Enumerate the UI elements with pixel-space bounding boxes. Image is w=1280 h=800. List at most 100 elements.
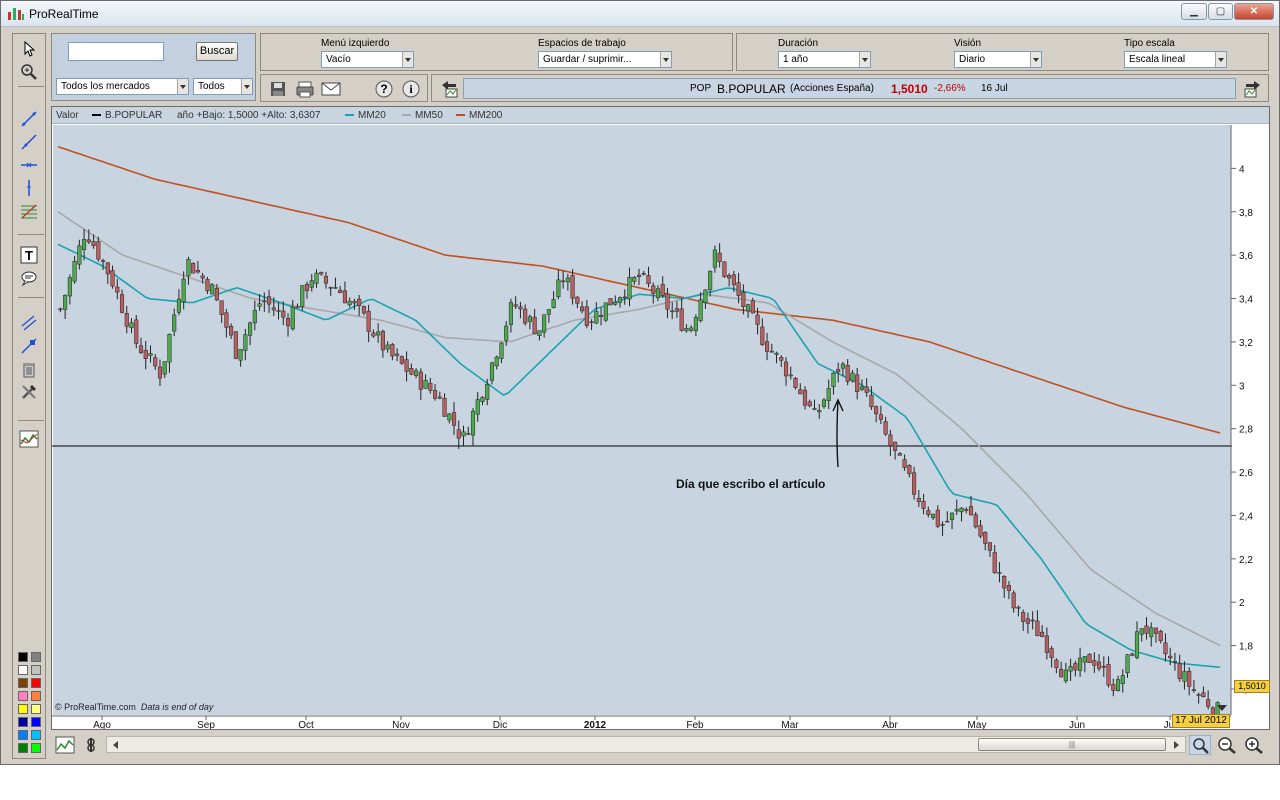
vertical-line-icon[interactable] [13, 177, 45, 199]
candle-down [561, 280, 566, 283]
fibonacci-icon[interactable] [13, 200, 45, 222]
chart-settings-panel: Duración 1 año Visión Diario Tipo escala… [736, 33, 1269, 71]
horizontal-scrollbar[interactable]: ||| [106, 736, 1186, 753]
candle-down [779, 357, 784, 361]
x-tick-label: Abr [882, 720, 898, 729]
trash-icon[interactable] [13, 358, 45, 380]
trendline-icon[interactable] [13, 108, 45, 130]
scale-select[interactable]: Escala lineal [1124, 51, 1227, 68]
duration-select[interactable]: 1 año [778, 51, 871, 68]
color-swatch[interactable] [18, 704, 28, 714]
candle-down [433, 389, 438, 399]
color-swatch[interactable] [31, 730, 41, 740]
candle-down [281, 310, 286, 318]
zoom-icon[interactable] [13, 61, 45, 83]
color-swatch[interactable] [31, 717, 41, 727]
minimize-button[interactable]: ▁ [1181, 3, 1207, 20]
candle-down [665, 293, 670, 310]
print-icon[interactable] [295, 80, 315, 98]
candle-down [200, 275, 205, 279]
price-chart[interactable]: Valor B.POPULAR año +Bajo: 1,5000 +Alto:… [51, 106, 1270, 730]
candle-down [679, 308, 684, 331]
candle-up [959, 507, 964, 513]
markets-select[interactable]: Todos los mercados [56, 78, 189, 95]
search-panel: Buscar Todos los mercados Todos [51, 33, 256, 101]
add-indicator-icon[interactable] [55, 736, 75, 754]
candle-up [698, 299, 703, 321]
candle-down [1130, 653, 1135, 656]
prev-instrument-icon[interactable] [438, 79, 460, 99]
color-swatch[interactable] [18, 652, 28, 662]
candle-up [176, 298, 181, 313]
candle-up [831, 372, 836, 387]
zoom-in-icon[interactable] [1243, 735, 1265, 755]
mail-icon[interactable] [321, 81, 341, 97]
search-button[interactable]: Buscar [196, 42, 238, 61]
color-swatch[interactable] [31, 704, 41, 714]
candle-up [703, 289, 708, 303]
ticker-price: 1,5010 [891, 82, 928, 96]
text-tool-icon[interactable]: T [13, 244, 45, 266]
maximize-button[interactable]: ▢ [1208, 3, 1233, 20]
indicator-chart-icon[interactable] [13, 428, 45, 450]
view-select[interactable]: Diario [954, 51, 1042, 68]
color-swatch[interactable] [18, 730, 28, 740]
candle-up [1068, 666, 1073, 672]
candle-up [1134, 631, 1140, 658]
tools-icon[interactable] [13, 381, 45, 403]
help-icon[interactable]: ? [374, 79, 394, 99]
scroll-right-icon[interactable] [1173, 740, 1181, 750]
channel-icon[interactable] [13, 312, 45, 334]
current-date-tag: 17 Jul 2012 [1172, 714, 1230, 728]
candle-down [1044, 635, 1049, 653]
copyright-text: © ProRealTime.com [55, 702, 136, 712]
clone-line-icon[interactable] [13, 335, 45, 357]
color-swatch[interactable] [31, 678, 41, 688]
candle-up [774, 352, 779, 355]
candle-up [290, 306, 295, 330]
scale-label: Tipo escala [1124, 38, 1175, 49]
candle-down [584, 306, 589, 326]
candle-down [589, 321, 594, 323]
candle-down [580, 306, 585, 312]
ticker-exchange: (Acciones España) [790, 83, 874, 94]
scope-select[interactable]: Todos [193, 78, 253, 95]
color-swatch[interactable] [31, 665, 41, 675]
candle-down [532, 316, 537, 335]
close-button[interactable]: ✕ [1234, 3, 1274, 20]
zoom-out-icon[interactable] [1216, 735, 1238, 755]
left-menu-select[interactable]: Vacío [321, 51, 414, 68]
color-swatch[interactable] [18, 743, 28, 753]
candle-down [660, 284, 665, 296]
candle-down [319, 272, 324, 275]
window-title: ProRealTime [29, 7, 99, 21]
candle-up [181, 278, 186, 303]
candle-down [907, 465, 912, 475]
color-swatch[interactable] [18, 717, 28, 727]
candle-down [750, 300, 755, 314]
ray-line-icon[interactable] [13, 131, 45, 153]
candle-up [347, 300, 352, 306]
color-swatch[interactable] [31, 743, 41, 753]
zoom-fit-icon[interactable] [1189, 735, 1211, 755]
workspace-select[interactable]: Guardar / suprimir... [538, 51, 672, 68]
pointer-icon[interactable] [13, 38, 45, 60]
color-swatch[interactable] [18, 665, 28, 675]
properties-icon[interactable] [83, 736, 99, 754]
info-icon[interactable]: i [401, 79, 421, 99]
comment-icon[interactable] [13, 267, 45, 289]
duration-value: 1 año [783, 54, 809, 65]
color-swatch[interactable] [18, 678, 28, 688]
scrollbar-thumb[interactable]: ||| [978, 738, 1166, 751]
duration-label: Duración [778, 38, 819, 49]
save-icon[interactable] [269, 80, 287, 98]
candle-down [769, 350, 774, 353]
color-swatch[interactable] [31, 652, 41, 662]
search-input[interactable] [68, 42, 164, 61]
candle-down [641, 273, 646, 275]
color-swatch[interactable] [18, 691, 28, 701]
color-swatch[interactable] [31, 691, 41, 701]
scroll-left-icon[interactable] [111, 740, 119, 750]
horizontal-line-icon[interactable] [13, 154, 45, 176]
next-instrument-icon[interactable] [1242, 79, 1264, 99]
